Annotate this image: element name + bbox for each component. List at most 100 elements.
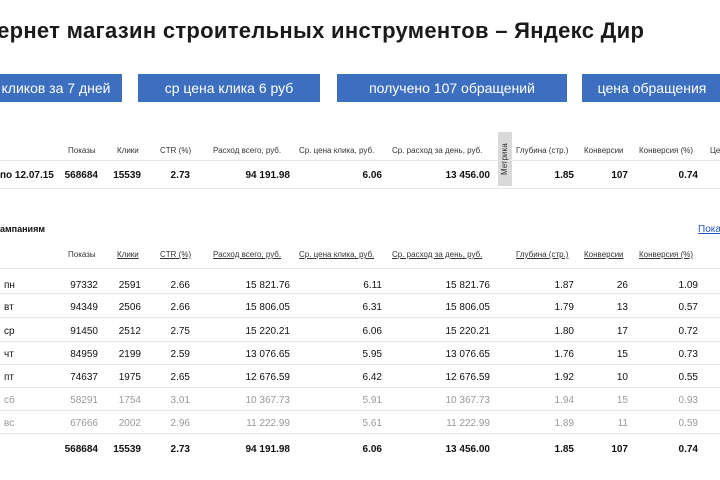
table-cell: 15 220.21 [245,326,291,337]
pill-conversion-price[interactable]: цена обращения [582,74,720,102]
divider [0,364,720,365]
summary-row-label: по 12.07.15 [0,170,54,181]
divider [0,160,720,161]
table-cell: 11 222.99 [246,418,290,429]
table-cell: 15 220.21 [445,326,491,337]
summary-cell: 568684 [64,170,98,181]
table-cell: 0.59 [678,418,698,429]
table-cell: 15 821.76 [245,280,291,291]
table-cell: 11 222.99 [446,418,490,429]
divider [0,433,720,434]
col-header-avg-click[interactable]: Ср. цена клика, руб. [299,250,374,259]
table-cell: 6.11 [363,280,382,291]
table-cell: 15 806.05 [445,302,491,313]
total-cell: 94 191.98 [245,444,291,455]
section-title: ампаниям [0,224,45,234]
col-header-conversion-rate: Конверсия (%) [639,146,694,155]
table-cell: 10 367.73 [445,395,491,406]
table-cell: 1.80 [554,326,574,337]
divider [0,268,720,269]
col-header-avg-click: Ср. цена клика, руб. [299,146,375,155]
col-header-avg-day[interactable]: Ср. расход за день, руб. [392,250,482,259]
table-cell: 1754 [118,395,141,406]
table-cell: 15 [616,349,628,360]
table-cell: 17 [616,326,628,337]
table-cell: 5.95 [362,349,382,360]
table-cell: 1.76 [554,349,574,360]
table-cell: 15 821.76 [445,280,491,291]
row-label: чт [4,349,14,360]
col-header-conversions[interactable]: Конверсии [584,250,624,259]
pill-clicks[interactable]: кликов за 7 дней [0,74,122,102]
col-header-impressions[interactable]: Показы [68,250,96,259]
table-cell: 67666 [70,418,98,429]
table-cell: 1.89 [554,418,574,429]
table-cell: 0.72 [678,326,698,337]
row-label: пн [4,280,15,291]
table-cell: 2512 [118,326,141,337]
table-cell: 6.06 [362,326,382,337]
col-header-conversion-rate[interactable]: Конверсия (%) [639,250,693,259]
pill-avg-click-price[interactable]: ср цена клика 6 руб [138,74,320,102]
divider [0,317,720,318]
table-cell: 3.01 [170,395,190,406]
table-cell: 13 076.65 [245,349,291,360]
table-cell: 2.66 [170,280,190,291]
table-cell: 0.93 [678,395,698,406]
table-cell: 2.66 [170,302,190,313]
table-cell: 0.57 [678,302,698,313]
table-cell: 97332 [70,280,98,291]
divider [0,188,720,189]
total-cell: 107 [611,444,628,455]
col-header-avg-day: Ср. расход за день, руб. [392,146,483,155]
table-cell: 1975 [118,372,141,383]
table-cell: 2.75 [170,326,190,337]
table-cell: 2.65 [170,372,190,383]
table-cell: 2.96 [170,418,190,429]
total-cell: 1.85 [554,444,574,455]
show-link[interactable]: Пока [698,224,720,235]
divider [0,410,720,411]
col-header-conversions: Конверсии [584,146,624,155]
table-cell: 1.09 [678,280,698,291]
page-title: тернет магазин строительных инструментов… [0,18,645,43]
table-cell: 1.92 [554,372,574,383]
divider [0,341,720,342]
table-cell: 6.42 [362,372,382,383]
col-header-clicks: Клики [117,146,139,155]
summary-pills: кликов за 7 дней ср цена клика 6 руб пол… [0,74,720,104]
table-cell: 0.73 [678,349,698,360]
table-cell: 5.91 [362,395,382,406]
summary-cell: 94 191.98 [245,170,291,181]
table-cell: 26 [616,280,628,291]
col-header-spend[interactable]: Расход всего, руб. [213,250,281,259]
summary-cell: 1.85 [554,170,574,181]
table-cell: 2.59 [170,349,190,360]
row-label: вс [4,418,15,429]
divider [0,387,720,388]
divider [0,293,720,294]
total-cell: 15539 [113,444,141,455]
row-label: вт [4,302,14,313]
table-cell: 1.87 [554,280,574,291]
col-header-ctr: CTR (%) [160,146,192,155]
table-cell: 84959 [70,349,98,360]
col-header-price: Це [710,146,720,155]
summary-cell: 0.74 [678,170,698,181]
table-cell: 91450 [70,326,98,337]
pill-conversions[interactable]: получено 107 обращений [337,74,567,102]
table-cell: 94349 [70,302,98,313]
table-cell: 2199 [118,349,141,360]
col-header-depth[interactable]: Глубина (стр.) [516,250,568,259]
col-header-ctr[interactable]: CTR (%) [160,250,191,259]
table-cell: 15 806.05 [245,302,291,313]
table-cell: 12 676.59 [245,372,291,383]
col-header-depth: Глубина (стр.) [516,146,569,155]
table-cell: 2002 [118,418,141,429]
col-header-impressions: Показы [68,146,96,155]
table-cell: 0.55 [678,372,698,383]
summary-cell: 2.73 [170,170,190,181]
table-cell: 11 [617,418,628,429]
col-header-clicks[interactable]: Клики [117,250,139,259]
total-cell: 2.73 [170,444,190,455]
